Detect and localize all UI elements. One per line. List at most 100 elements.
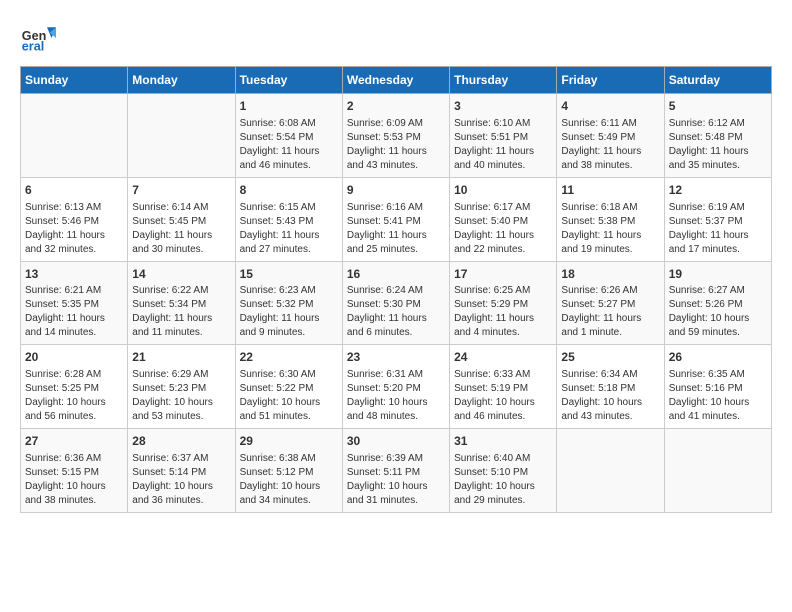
day-number: 27	[25, 433, 123, 450]
col-header-thursday: Thursday	[450, 67, 557, 94]
calendar-cell	[21, 94, 128, 178]
calendar-cell	[557, 429, 664, 513]
calendar-week-4: 20 Sunrise: 6:28 AMSunset: 5:25 PMDayligh…	[21, 345, 772, 429]
day-number: 2	[347, 98, 445, 115]
day-info: Sunrise: 6:14 AMSunset: 5:45 PMDaylight:…	[132, 201, 230, 257]
day-number: 28	[132, 433, 230, 450]
calendar-cell: 29 Sunrise: 6:38 AMSunset: 5:12 PMDayligh…	[235, 429, 342, 513]
day-info: Sunrise: 6:33 AMSunset: 5:19 PMDaylight:…	[454, 368, 552, 424]
day-number: 5	[669, 98, 767, 115]
calendar-cell: 5 Sunrise: 6:12 AMSunset: 5:48 PMDaylight…	[664, 94, 771, 178]
day-number: 3	[454, 98, 552, 115]
day-number: 15	[240, 266, 338, 283]
day-number: 18	[561, 266, 659, 283]
day-info: Sunrise: 6:37 AMSunset: 5:14 PMDaylight:…	[132, 452, 230, 508]
col-header-monday: Monday	[128, 67, 235, 94]
calendar-cell: 16Sunrise: 6:24 AMSunset: 5:30 PMDayligh…	[342, 261, 449, 345]
day-info: Sunrise: 6:21 AMSunset: 5:35 PMDaylight:…	[25, 284, 123, 340]
calendar-cell: 18Sunrise: 6:26 AMSunset: 5:27 PMDayligh…	[557, 261, 664, 345]
day-number: 10	[454, 182, 552, 199]
svg-text:eral: eral	[22, 40, 44, 54]
day-info: Sunrise: 6:34 AMSunset: 5:18 PMDaylight:…	[561, 368, 659, 424]
calendar-week-1: 1 Sunrise: 6:08 AMSunset: 5:54 PMDaylight…	[21, 94, 772, 178]
calendar-cell: 27 Sunrise: 6:36 AMSunset: 5:15 PMDayligh…	[21, 429, 128, 513]
calendar-cell	[664, 429, 771, 513]
day-info: Sunrise: 6:15 AMSunset: 5:43 PMDaylight:…	[240, 201, 338, 257]
day-info: Sunrise: 6:26 AMSunset: 5:27 PMDaylight:…	[561, 284, 659, 340]
day-number: 20	[25, 349, 123, 366]
day-number: 12	[669, 182, 767, 199]
calendar-cell: 26Sunrise: 6:35 AMSunset: 5:16 PMDayligh…	[664, 345, 771, 429]
day-number: 29	[240, 433, 338, 450]
day-info: Sunrise: 6:31 AMSunset: 5:20 PMDaylight:…	[347, 368, 445, 424]
calendar-week-2: 6 Sunrise: 6:13 AMSunset: 5:46 PMDaylight…	[21, 177, 772, 261]
calendar-cell: 1 Sunrise: 6:08 AMSunset: 5:54 PMDaylight…	[235, 94, 342, 178]
calendar-cell: 2 Sunrise: 6:09 AMSunset: 5:53 PMDaylight…	[342, 94, 449, 178]
calendar-cell: 28 Sunrise: 6:37 AMSunset: 5:14 PMDayligh…	[128, 429, 235, 513]
calendar-cell: 23 Sunrise: 6:31 AMSunset: 5:20 PMDayligh…	[342, 345, 449, 429]
calendar-cell: 20 Sunrise: 6:28 AMSunset: 5:25 PMDayligh…	[21, 345, 128, 429]
day-info: Sunrise: 6:35 AMSunset: 5:16 PMDaylight:…	[669, 368, 767, 424]
day-number: 22	[240, 349, 338, 366]
calendar-cell: 11 Sunrise: 6:18 AMSunset: 5:38 PMDayligh…	[557, 177, 664, 261]
day-number: 11	[561, 182, 659, 199]
day-number: 13	[25, 266, 123, 283]
day-info: Sunrise: 6:28 AMSunset: 5:25 PMDaylight:…	[25, 368, 123, 424]
day-info: Sunrise: 6:16 AMSunset: 5:41 PMDaylight:…	[347, 201, 445, 257]
day-number: 19	[669, 266, 767, 283]
day-info: Sunrise: 6:09 AMSunset: 5:53 PMDaylight:…	[347, 117, 445, 173]
calendar-cell: 22 Sunrise: 6:30 AMSunset: 5:22 PMDayligh…	[235, 345, 342, 429]
day-number: 24	[454, 349, 552, 366]
day-info: Sunrise: 6:40 AMSunset: 5:10 PMDaylight:…	[454, 452, 552, 508]
day-info: Sunrise: 6:38 AMSunset: 5:12 PMDaylight:…	[240, 452, 338, 508]
calendar-cell	[128, 94, 235, 178]
day-number: 8	[240, 182, 338, 199]
day-info: Sunrise: 6:25 AMSunset: 5:29 PMDaylight:…	[454, 284, 552, 340]
day-info: Sunrise: 6:11 AMSunset: 5:49 PMDaylight:…	[561, 117, 659, 173]
day-info: Sunrise: 6:22 AMSunset: 5:34 PMDaylight:…	[132, 284, 230, 340]
day-info: Sunrise: 6:27 AMSunset: 5:26 PMDaylight:…	[669, 284, 767, 340]
day-number: 1	[240, 98, 338, 115]
logo: Gen eral	[20, 20, 60, 56]
calendar-week-3: 13Sunrise: 6:21 AMSunset: 5:35 PMDayligh…	[21, 261, 772, 345]
col-header-friday: Friday	[557, 67, 664, 94]
day-number: 31	[454, 433, 552, 450]
page-header: Gen eral	[20, 20, 772, 56]
calendar-cell: 4 Sunrise: 6:11 AMSunset: 5:49 PMDaylight…	[557, 94, 664, 178]
day-info: Sunrise: 6:12 AMSunset: 5:48 PMDaylight:…	[669, 117, 767, 173]
calendar-header-row: SundayMondayTuesdayWednesdayThursdayFrid…	[21, 67, 772, 94]
day-number: 9	[347, 182, 445, 199]
day-info: Sunrise: 6:30 AMSunset: 5:22 PMDaylight:…	[240, 368, 338, 424]
day-info: Sunrise: 6:36 AMSunset: 5:15 PMDaylight:…	[25, 452, 123, 508]
calendar-cell: 19Sunrise: 6:27 AMSunset: 5:26 PMDayligh…	[664, 261, 771, 345]
day-number: 14	[132, 266, 230, 283]
calendar-cell: 6 Sunrise: 6:13 AMSunset: 5:46 PMDaylight…	[21, 177, 128, 261]
calendar-cell: 30Sunrise: 6:39 AMSunset: 5:11 PMDayligh…	[342, 429, 449, 513]
day-info: Sunrise: 6:19 AMSunset: 5:37 PMDaylight:…	[669, 201, 767, 257]
day-info: Sunrise: 6:17 AMSunset: 5:40 PMDaylight:…	[454, 201, 552, 257]
day-info: Sunrise: 6:10 AMSunset: 5:51 PMDaylight:…	[454, 117, 552, 173]
calendar-cell: 25 Sunrise: 6:34 AMSunset: 5:18 PMDayligh…	[557, 345, 664, 429]
day-info: Sunrise: 6:13 AMSunset: 5:46 PMDaylight:…	[25, 201, 123, 257]
day-number: 25	[561, 349, 659, 366]
calendar-table: SundayMondayTuesdayWednesdayThursdayFrid…	[20, 66, 772, 513]
day-number: 4	[561, 98, 659, 115]
day-number: 30	[347, 433, 445, 450]
calendar-week-5: 27 Sunrise: 6:36 AMSunset: 5:15 PMDayligh…	[21, 429, 772, 513]
day-info: Sunrise: 6:08 AMSunset: 5:54 PMDaylight:…	[240, 117, 338, 173]
calendar-cell: 12 Sunrise: 6:19 AMSunset: 5:37 PMDayligh…	[664, 177, 771, 261]
col-header-saturday: Saturday	[664, 67, 771, 94]
day-info: Sunrise: 6:18 AMSunset: 5:38 PMDaylight:…	[561, 201, 659, 257]
day-number: 17	[454, 266, 552, 283]
calendar-cell: 9 Sunrise: 6:16 AMSunset: 5:41 PMDaylight…	[342, 177, 449, 261]
calendar-cell: 7 Sunrise: 6:14 AMSunset: 5:45 PMDaylight…	[128, 177, 235, 261]
day-number: 21	[132, 349, 230, 366]
day-info: Sunrise: 6:29 AMSunset: 5:23 PMDaylight:…	[132, 368, 230, 424]
day-info: Sunrise: 6:24 AMSunset: 5:30 PMDaylight:…	[347, 284, 445, 340]
calendar-cell: 24 Sunrise: 6:33 AMSunset: 5:19 PMDayligh…	[450, 345, 557, 429]
day-number: 23	[347, 349, 445, 366]
col-header-tuesday: Tuesday	[235, 67, 342, 94]
day-info: Sunrise: 6:23 AMSunset: 5:32 PMDaylight:…	[240, 284, 338, 340]
day-number: 6	[25, 182, 123, 199]
day-number: 7	[132, 182, 230, 199]
